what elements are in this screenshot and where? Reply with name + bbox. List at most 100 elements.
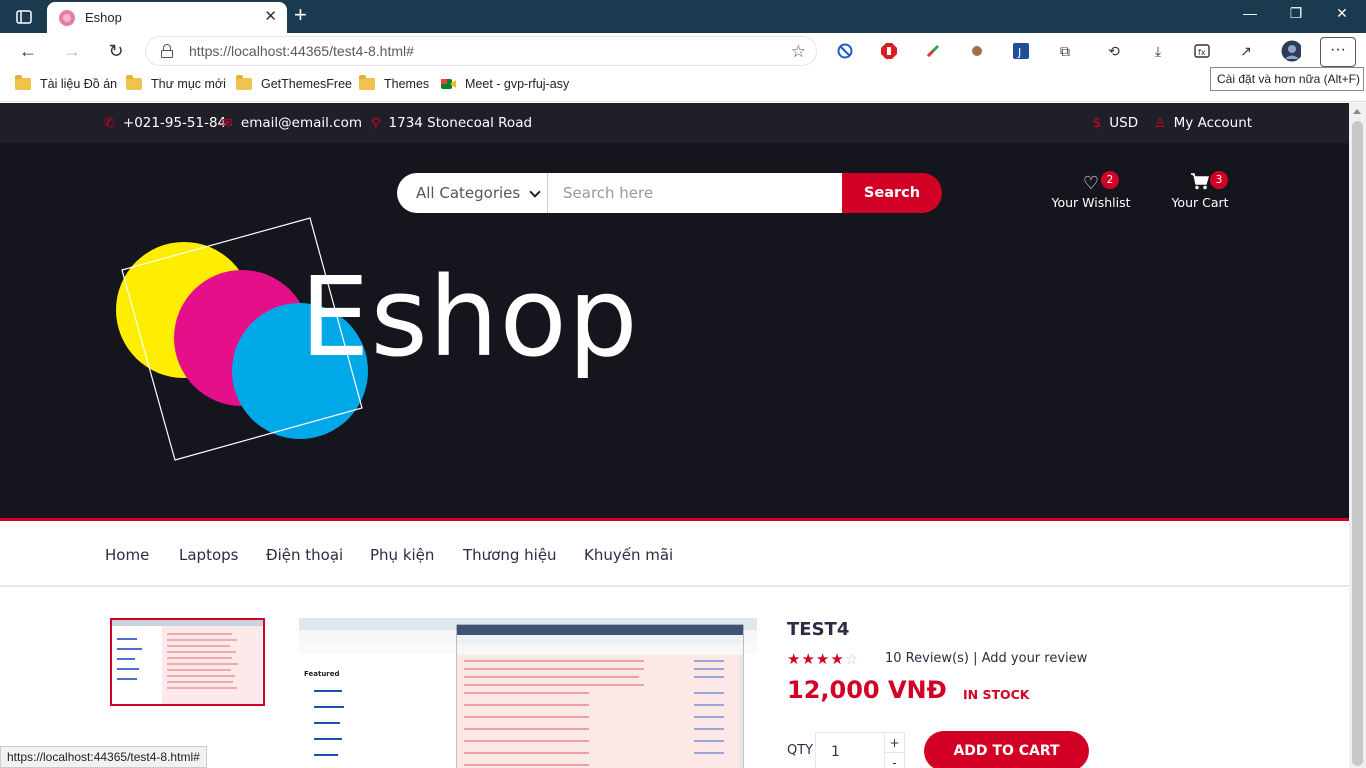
page-scrollbar[interactable] [1349,103,1366,768]
star-filled-icon: ★ [787,650,802,668]
product-detail: Featured TEST4 ★★★★☆ 10 Review(s) | Add … [0,589,1349,768]
bookmark-meet[interactable]: Meet - gvp-rfuj-asy [441,77,569,91]
cart-count-badge: 3 [1210,171,1228,189]
product-price: 12,000 VNĐ [787,676,947,704]
currency-link[interactable]: $ USD [1093,115,1138,131]
phone-icon: ✆ [104,115,115,131]
browser-tab-bar: Eshop ✕ + — ❐ ✕ [0,0,1366,33]
main-navigation: Home Laptops Điện thoại Phụ kiện Thương … [0,524,1349,587]
tab-title: Eshop [85,10,122,25]
quantity-value[interactable]: 1 [831,744,840,760]
bookmark-folder-4[interactable]: Themes [359,75,429,91]
qty-decrease-button[interactable]: - [884,753,904,768]
history-icon[interactable]: ⟲ [1104,41,1124,61]
stock-status: IN STOCK [963,687,1030,702]
qty-increase-button[interactable]: + [884,733,904,753]
block-extension-icon[interactable] [835,41,855,61]
cookie-extension-icon[interactable] [967,41,987,61]
folder-icon [15,75,31,90]
bookmark-folder-2[interactable]: Thư mục mới [126,75,226,91]
product-main-image[interactable]: Featured [299,618,757,768]
window-close-icon[interactable]: ✕ [1320,5,1364,22]
share-icon[interactable]: ↗ [1236,41,1256,61]
star-empty-icon: ☆ [844,650,860,668]
product-rating: ★★★★☆ [787,650,859,668]
lock-icon[interactable] [161,44,173,58]
nav-phones[interactable]: Điện thoại [266,546,343,564]
back-icon[interactable]: ← [17,41,39,61]
thumbnail-screenshot-image [112,620,263,704]
category-select[interactable]: All Categories [397,173,548,213]
adblock-extension-icon[interactable] [879,41,899,61]
svg-text:Featured: Featured [304,670,340,678]
refresh-icon[interactable]: ↻ [105,41,127,61]
downloads-icon[interactable]: ⤓ [1148,41,1168,61]
tab-actions-icon[interactable] [10,6,38,28]
product-screenshot-image: Featured [299,618,757,768]
nav-promotions[interactable]: Khuyến mãi [584,546,673,564]
review-links[interactable]: 10 Review(s) | Add your review [885,651,1087,666]
cart-link[interactable]: Your Cart 3 [1169,171,1231,210]
folder-icon [359,75,375,90]
scrollbar-thumb[interactable] [1352,121,1363,766]
product-name: TEST4 [787,619,850,640]
nav-laptops[interactable]: Laptops [179,546,238,564]
folder-icon [236,75,252,90]
search-form: All Categories Search [397,173,942,213]
product-thumbnail[interactable] [110,618,265,706]
phone-link[interactable]: ✆ +021-95-51-84 [104,115,226,131]
settings-tooltip: Cài đặt và hơn nữa (Alt+F) [1210,67,1364,91]
bookmarks-bar: Tài liệu Đồ án Thư mục mới GetThemesFree… [0,69,1366,102]
settings-more-icon[interactable]: ··· [1320,37,1356,67]
svg-text:fx: fx [1198,48,1206,57]
address-bar: ← → ↻ https://localhost:44365/test4-8.ht… [0,33,1366,69]
forward-icon[interactable]: → [61,41,83,61]
scroll-up-icon[interactable] [1353,109,1361,114]
eshop-favicon-icon [59,9,75,26]
main-header: All Categories Search ♡ Your Wishlist 2 … [0,143,1349,521]
address-link[interactable]: ⚲ 1734 Stonecoal Road [371,115,532,131]
folder-icon [126,75,142,90]
extensions-icon[interactable]: ⧉ [1055,41,1075,61]
nav-accessories[interactable]: Phụ kiện [370,546,434,564]
add-favorite-icon[interactable]: ☆ [791,42,806,62]
profile-avatar-icon[interactable] [1281,40,1301,62]
qty-label: QTY [787,743,814,758]
email-link[interactable]: ✉ email@email.com [222,115,362,131]
star-filled-icon: ★ [815,650,831,668]
restore-icon[interactable]: ❐ [1274,5,1318,22]
search-input[interactable] [548,173,842,213]
browser-tab[interactable]: Eshop ✕ [47,2,287,33]
minimize-icon[interactable]: — [1228,5,1272,21]
status-bar-url: https://localhost:44365/test4-8.html# [0,746,207,768]
envelope-icon: ✉ [222,115,233,131]
page-viewport: ✆ +021-95-51-84 ✉ email@email.com ⚲ 1734 St… [0,103,1349,768]
color-picker-extension-icon[interactable] [923,41,943,61]
url-field[interactable]: https://localhost:44365/test4-8.html# ☆ [145,36,817,66]
bookmark-folder-3[interactable]: GetThemesFree [236,75,352,91]
user-icon: ♙ [1154,115,1166,131]
google-meet-icon [441,77,457,91]
wishlist-count-badge: 2 [1101,171,1119,189]
heart-icon: ♡ [1082,173,1100,194]
j-extension-icon[interactable]: J [1011,41,1031,61]
new-tab-icon[interactable]: + [294,4,307,26]
nav-home[interactable]: Home [105,546,149,564]
search-button[interactable]: Search [842,173,942,213]
star-filled-icon: ★ [830,650,845,668]
map-marker-icon: ⚲ [371,115,381,131]
wishlist-link[interactable]: ♡ Your Wishlist 2 [1050,171,1132,210]
bookmark-folder-1[interactable]: Tài liệu Đồ án [15,75,117,91]
web-capture-icon[interactable]: fx [1192,41,1212,61]
add-to-cart-button[interactable]: ADD TO CART [924,731,1089,768]
quantity-stepper[interactable]: 1 + - [815,732,905,768]
dollar-icon: $ [1093,115,1102,131]
nav-brands[interactable]: Thương hiệu [463,546,557,564]
url-text: https://localhost:44365/test4-8.html# [189,43,414,59]
tab-close-icon[interactable]: ✕ [264,9,277,25]
logo-text: Eshop [300,253,639,381]
eshop-logo[interactable]: Eshop [110,213,670,463]
svg-text:J: J [1017,46,1021,59]
top-info-bar: ✆ +021-95-51-84 ✉ email@email.com ⚲ 1734 St… [0,103,1349,143]
my-account-link[interactable]: ♙ My Account [1154,115,1252,131]
